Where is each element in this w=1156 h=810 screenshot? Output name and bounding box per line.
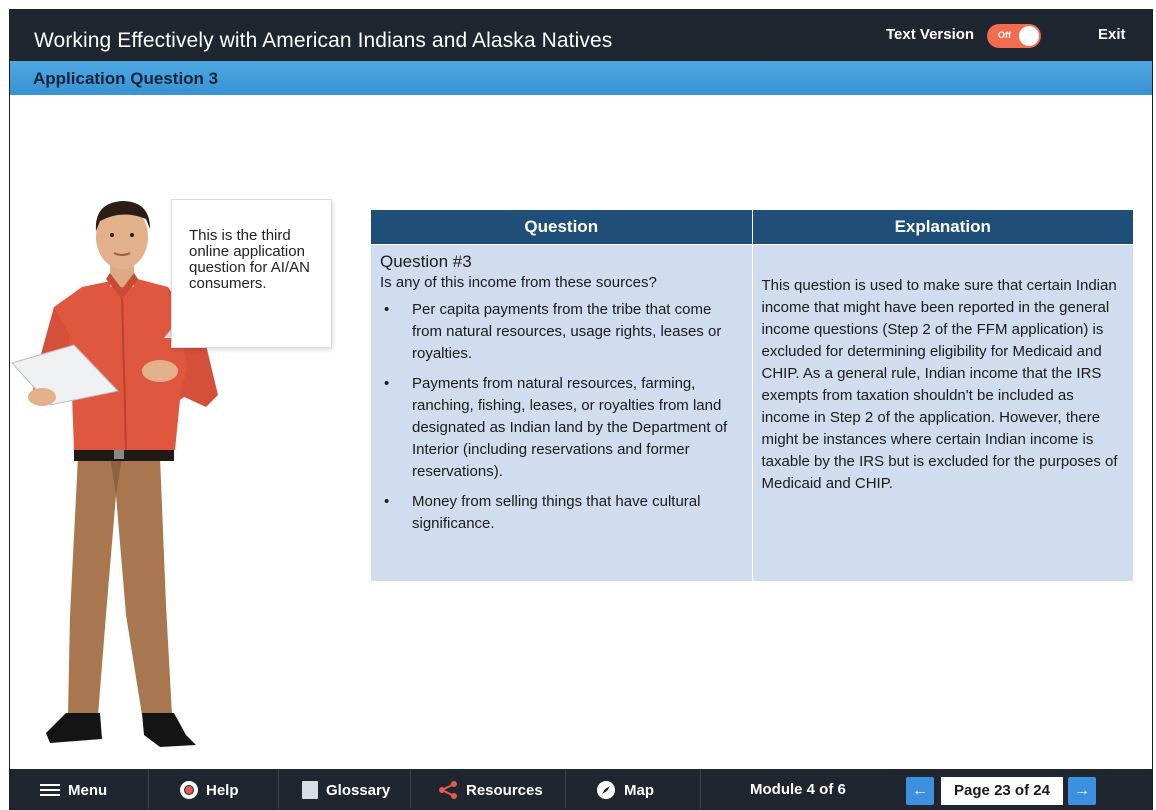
toggle-knob: [1019, 26, 1039, 46]
next-arrow-icon: →: [1074, 782, 1090, 799]
explanation-text: This question is used to make sure that …: [761, 276, 1118, 492]
column-header-question: Question: [371, 210, 753, 244]
compass-icon: [596, 780, 616, 800]
map-label: Map: [624, 781, 654, 799]
question-cell: Question #3 Is any of this income from t…: [371, 243, 753, 581]
speech-bubble: This is the third online application que…: [171, 199, 332, 348]
menu-button[interactable]: Menu: [40, 769, 108, 809]
prev-arrow-icon: ←: [912, 782, 928, 799]
module-indicator: Module 4 of 6: [750, 781, 846, 798]
nav-divider: [148, 769, 149, 809]
explanation-cell: This question is used to make sure that …: [752, 243, 1133, 581]
next-page-button[interactable]: →: [1068, 777, 1096, 805]
resources-label: Resources: [466, 781, 543, 799]
page-title: Application Question 3: [33, 69, 219, 88]
glossary-icon: [302, 781, 318, 799]
nav-divider: [278, 769, 279, 809]
glossary-button[interactable]: Glossary: [302, 769, 391, 809]
header-bar: Working Effectively with American Indian…: [10, 10, 1152, 61]
speech-bubble-text: This is the third online application que…: [189, 227, 310, 292]
exit-button[interactable]: Exit: [1098, 26, 1126, 43]
income-source-list: Per capita payments from the tribe that …: [380, 299, 743, 535]
nav-divider: [410, 769, 411, 809]
nav-divider: [565, 769, 566, 809]
list-item: Money from selling things that have cult…: [380, 491, 743, 535]
toggle-state-label: Off: [998, 30, 1011, 40]
nav-divider: [700, 769, 701, 809]
text-version-label: Text Version: [886, 26, 975, 43]
resources-icon: [438, 781, 458, 799]
text-version-toggle[interactable]: Off: [987, 24, 1041, 48]
map-button[interactable]: Map: [596, 769, 654, 809]
column-header-explanation: Explanation: [752, 210, 1133, 244]
resources-button[interactable]: Resources: [438, 769, 543, 809]
table-row: Question #3 Is any of this income from t…: [371, 243, 1133, 581]
question-heading: Question #3: [380, 251, 472, 271]
help-label: Help: [206, 781, 239, 799]
table-header-row: Question Explanation: [371, 210, 1133, 244]
question-explanation-table: Question Explanation Question #3 Is any …: [371, 210, 1133, 581]
menu-icon: [40, 783, 60, 797]
help-button[interactable]: Help: [180, 769, 239, 809]
help-icon: [180, 781, 198, 799]
menu-label: Menu: [68, 781, 108, 799]
page-indicator: Page 23 of 24: [941, 777, 1063, 805]
course-title: Working Effectively with American Indian…: [34, 29, 613, 52]
previous-page-button[interactable]: ←: [906, 777, 934, 805]
question-prompt: Is any of this income from these sources…: [380, 273, 657, 291]
course-player: Working Effectively with American Indian…: [9, 9, 1153, 810]
page-title-bar: Application Question 3: [10, 61, 1152, 95]
footer-nav-bar: Menu Help Glossary Resources Map Module …: [10, 769, 1152, 809]
list-item: Payments from natural resources, farming…: [380, 373, 743, 483]
list-item: Per capita payments from the tribe that …: [380, 299, 743, 365]
glossary-label: Glossary: [326, 781, 391, 799]
